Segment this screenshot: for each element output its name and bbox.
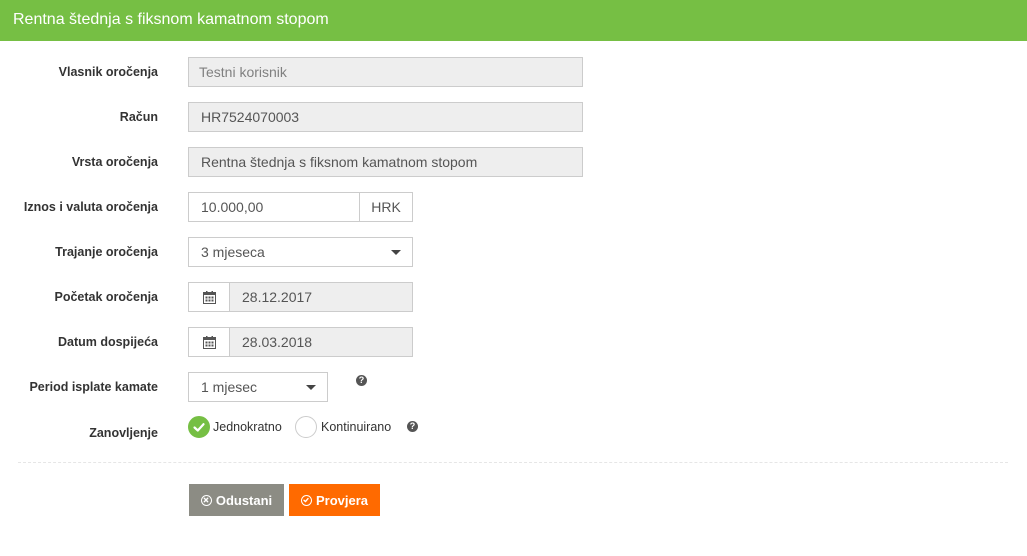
help-icon[interactable]: ? <box>356 375 367 386</box>
owner-label: Vlasnik oročenja <box>58 65 158 79</box>
currency-addon: HRK <box>360 192 413 222</box>
term-type-field[interactable]: Rentna štednja s fiksnom kamatnom stopom <box>188 147 583 177</box>
account-label: Račun <box>119 110 158 124</box>
duration-selected: 3 mjeseca <box>201 244 265 260</box>
check-circle-icon <box>300 494 312 506</box>
form-divider <box>18 462 1008 463</box>
calendar-icon <box>202 335 216 349</box>
interest-period-select[interactable]: 1 mjesec <box>188 372 328 402</box>
chevron-down-icon <box>306 385 316 390</box>
chevron-down-icon <box>391 250 401 255</box>
amount-input[interactable]: 10.000,00 <box>188 192 360 222</box>
page-header: Rentna štednja s fiksnom kamatnom stopom <box>0 0 1027 41</box>
maturity-date-calendar-button[interactable] <box>188 327 230 357</box>
start-date-calendar-button[interactable] <box>188 282 230 312</box>
renewal-radio-continuous[interactable] <box>295 416 317 438</box>
renewal-option-continuous[interactable]: Kontinuirano <box>321 420 391 434</box>
account-field[interactable]: HR7524070003 <box>188 102 583 132</box>
check-icon <box>193 423 205 432</box>
amount-label: Iznos i valuta oročenja <box>23 200 158 214</box>
check-button[interactable]: Provjera <box>289 484 380 516</box>
renewal-option-single[interactable]: Jednokratno <box>213 420 282 434</box>
start-date-field[interactable]: 28.12.2017 <box>230 282 413 312</box>
duration-label: Trajanje oročenja <box>55 245 158 259</box>
interest-period-selected: 1 mjesec <box>201 379 258 395</box>
start-date-label: Početak oročenja <box>54 290 158 304</box>
duration-select[interactable]: 3 mjeseca <box>188 237 413 267</box>
interest-period-label: Period isplate kamate <box>29 380 158 394</box>
cancel-circle-icon <box>200 494 212 506</box>
owner-field[interactable]: Testni korisnik <box>188 57 583 87</box>
term-type-label: Vrsta oročenja <box>71 155 158 169</box>
maturity-date-field[interactable]: 28.03.2018 <box>230 327 413 357</box>
page-title: Rentna štednja s fiksnom kamatnom stopom <box>13 11 329 28</box>
renewal-label: Zanovljenje <box>89 426 158 440</box>
cancel-button-label: Odustani <box>215 492 273 508</box>
help-icon[interactable]: ? <box>407 421 418 432</box>
renewal-radio-single[interactable] <box>188 416 210 438</box>
maturity-date-label: Datum dospijeća <box>57 335 158 349</box>
cancel-button[interactable]: Odustani <box>189 484 284 516</box>
check-button-label: Provjera <box>315 492 369 508</box>
calendar-icon <box>202 290 216 304</box>
